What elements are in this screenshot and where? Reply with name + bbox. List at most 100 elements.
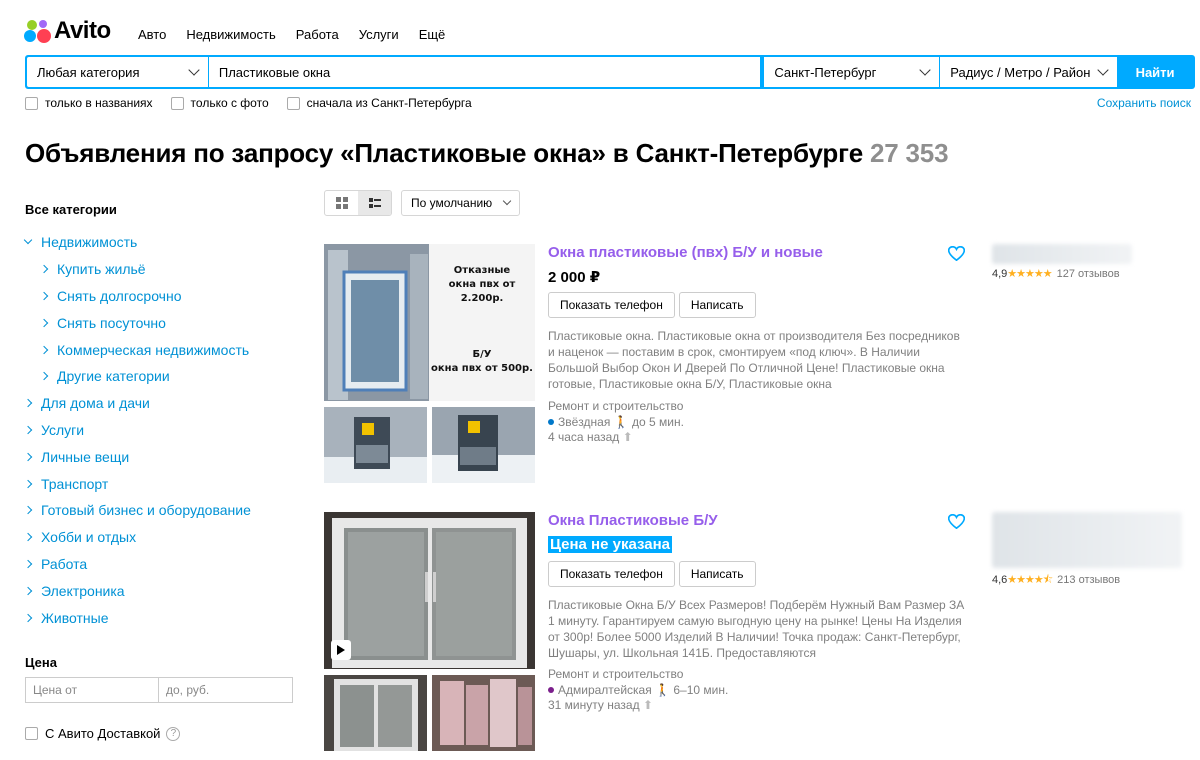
posted-time: 31 минуту назад (548, 698, 640, 712)
search-bar: Любая категория Пластиковые окна Санкт-П… (25, 55, 1195, 89)
save-search-link[interactable]: Сохранить поиск (1097, 96, 1191, 110)
sidebar-category-label: Готовый бизнес и оборудование (41, 502, 251, 519)
help-icon[interactable]: ? (166, 726, 181, 741)
grid-view-button[interactable] (325, 191, 358, 215)
metro-line-dot (548, 686, 554, 693)
sidebar-category-label: Личные вещи (41, 448, 130, 465)
price-from-input[interactable] (25, 677, 159, 703)
listing-title[interactable]: Окна Пластиковые Б/У (548, 512, 718, 529)
category-select[interactable]: Любая категория (27, 57, 208, 87)
sidebar-category-item[interactable]: Другие категории (25, 363, 295, 390)
with-photo-label: только с фото (190, 96, 269, 110)
search-input[interactable]: Пластиковые окна (208, 57, 761, 87)
sidebar-category-item[interactable]: Электроника (23, 577, 295, 604)
page-title-text: Объявления по запросу «Пластиковые окна»… (25, 138, 863, 168)
nav-services[interactable]: Услуги (359, 27, 399, 42)
nav-jobs[interactable]: Работа (296, 27, 339, 42)
sidebar-category-item[interactable]: Для дома и дачи (23, 390, 295, 417)
sidebar-category-item[interactable]: Транспорт (23, 470, 295, 497)
sidebar-category-item[interactable]: Коммерческая недвижимость (25, 336, 295, 363)
price-filter-title: Цена (25, 655, 57, 670)
nav-realty[interactable]: Недвижимость (186, 27, 275, 42)
city-select-value: Санкт-Петербург (774, 64, 877, 80)
rating-stars-icon: ★★★★★ (1007, 268, 1052, 280)
city-first-checkbox[interactable]: сначала из Санкт-Петербурга (286, 96, 472, 110)
results-count: 27 353 (870, 138, 949, 168)
price-filter (25, 677, 293, 703)
page-title: Объявления по запросу «Пластиковые окна»… (25, 138, 949, 169)
write-message-button[interactable]: Написать (678, 561, 756, 587)
checkbox-box[interactable] (25, 727, 38, 740)
listing-main-photo[interactable]: Отказные окна пвх от 2.200р. Б/У окна пв… (324, 244, 535, 401)
sidebar-category-item[interactable]: Животные (23, 604, 295, 631)
sidebar-category-item[interactable]: Услуги (23, 417, 295, 444)
listing-title[interactable]: Окна пластиковые (пвх) Б/У и новые (548, 244, 823, 261)
top-nav: Авто Недвижимость Работа Услуги Ещё (138, 27, 465, 42)
favorite-heart-icon[interactable] (947, 245, 966, 266)
sort-select[interactable]: По умолчанию (401, 190, 520, 216)
listing-thumb[interactable] (324, 407, 427, 483)
sidebar-category-item[interactable]: Недвижимость (23, 229, 295, 256)
show-phone-button[interactable]: Показать телефон (548, 561, 675, 587)
photo-caption-line: Б/У (472, 349, 492, 360)
chevron-right-icon (23, 559, 33, 569)
sidebar-category-item[interactable]: Снять долгосрочно (25, 283, 295, 310)
sidebar-category-item[interactable]: Купить жильё (25, 256, 295, 283)
delivery-checkbox[interactable]: С Авито Доставкой ? (25, 726, 181, 741)
titles-only-checkbox[interactable]: только в названиях (25, 96, 153, 110)
rating-value: 4,9 (992, 268, 1008, 280)
listing-thumb[interactable] (432, 675, 535, 751)
radius-select[interactable]: Радиус / Метро / Район (940, 57, 1118, 87)
listing-card: Окна Пластиковые Б/У Цена не указана Пок… (324, 512, 1194, 756)
warehouse-photo-image (324, 407, 427, 483)
listing-main-photo[interactable] (324, 512, 535, 669)
seller-info[interactable]: 4,9★★★★★ 127 отзывов (992, 244, 1192, 280)
seller-info[interactable]: 4,6★★★★⯪ 213 отзывов (992, 512, 1192, 590)
checkbox-box[interactable] (25, 96, 38, 110)
photo-caption-line: Отказные (453, 265, 511, 276)
sidebar-category-item[interactable]: Готовый бизнес и оборудование (23, 497, 295, 524)
sidebar-category-item[interactable]: Работа (23, 551, 295, 578)
checkbox-box[interactable] (286, 96, 300, 110)
photo-caption-line: окна пвх от 2.200р. (448, 279, 516, 304)
nav-auto[interactable]: Авто (138, 27, 166, 42)
sidebar-category-label: Снять долгосрочно (57, 287, 182, 304)
avito-logo[interactable]: Avito (24, 18, 111, 44)
sidebar-category-item[interactable]: Личные вещи (23, 443, 295, 470)
price-to-input[interactable] (159, 677, 293, 703)
chevron-right-icon (23, 532, 33, 542)
listing-thumb[interactable] (324, 675, 427, 751)
listing-meta: Ремонт и строительство Адмиралтейская 🚶 … (548, 667, 728, 714)
radius-select-value: Радиус / Метро / Район (950, 64, 1091, 80)
rating-stars-icon: ★★★★⯪ (1007, 574, 1053, 586)
listing-price: Цена не указана (548, 536, 672, 553)
list-icon (368, 198, 381, 208)
sidebar-category-item[interactable]: Снять посуточно (25, 309, 295, 336)
chevron-down-icon (23, 236, 33, 245)
city-select[interactable]: Санкт-Петербург (764, 57, 940, 87)
search-button[interactable]: Найти (1117, 57, 1194, 87)
listing-posted: 31 минуту назад ⬆ (548, 698, 728, 714)
video-play-icon[interactable] (331, 640, 351, 660)
listing-thumb[interactable] (432, 407, 535, 483)
chevron-right-icon (23, 479, 33, 488)
category-sidebar: Все категории Недвижимость Купить жильё Сн… (23, 202, 295, 631)
reviews-count[interactable]: 213 отзывов (1057, 574, 1120, 586)
logo-dots-icon (24, 18, 51, 44)
sidebar-category-label: Другие категории (57, 368, 170, 385)
metro-line-dot (548, 418, 554, 425)
nav-more[interactable]: Ещё (419, 27, 446, 42)
favorite-heart-icon[interactable] (947, 513, 966, 534)
sidebar-category-label: Коммерческая недвижимость (57, 341, 250, 358)
metro-station: Звёздная (558, 414, 611, 429)
chevron-right-icon (39, 345, 49, 354)
checkbox-box[interactable] (170, 96, 184, 110)
show-phone-button[interactable]: Показать телефон (548, 292, 675, 318)
list-view-button[interactable] (358, 191, 391, 215)
chevron-right-icon (23, 425, 33, 435)
with-photo-checkbox[interactable]: только с фото (170, 96, 269, 110)
sidebar-category-item[interactable]: Хобби и отдых (23, 524, 295, 551)
reviews-count[interactable]: 127 отзывов (1057, 268, 1120, 280)
write-message-button[interactable]: Написать (678, 292, 756, 318)
listing-category: Ремонт и строительство (548, 667, 684, 681)
